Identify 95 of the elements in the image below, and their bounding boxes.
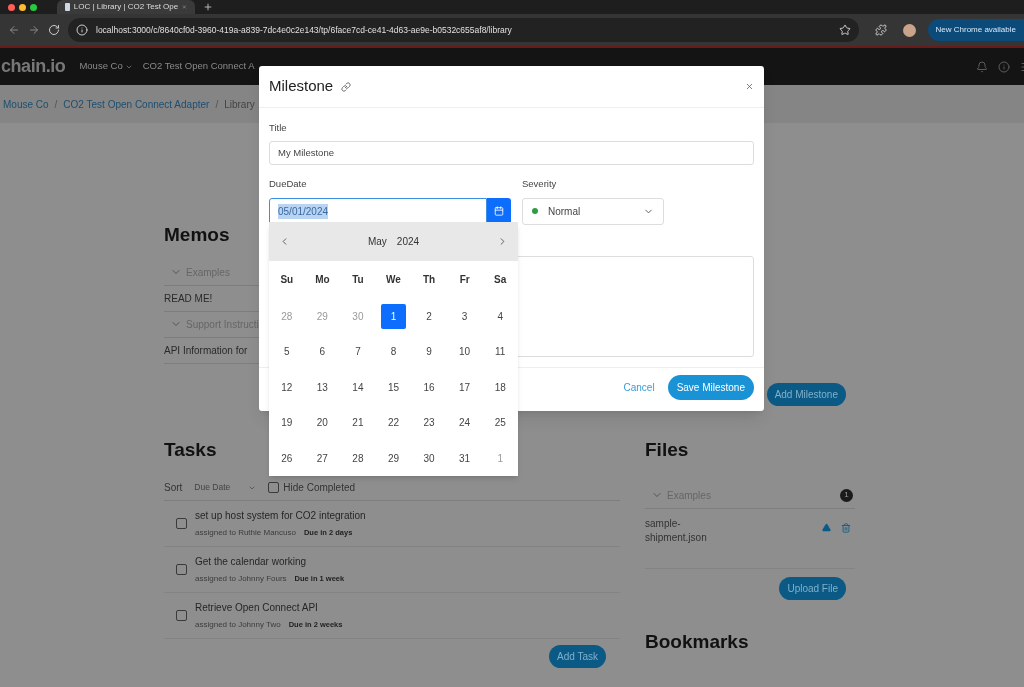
nav-menu[interactable]: CO2 Test Open Connect A bbox=[142, 59, 255, 74]
weekday-label: Mo bbox=[314, 273, 331, 288]
calendar-day[interactable]: 3 bbox=[452, 303, 478, 329]
weekday-label: Sa bbox=[493, 273, 508, 288]
calendar-day[interactable]: 6 bbox=[309, 339, 335, 365]
field-label: DueDate bbox=[269, 177, 308, 192]
checkbox[interactable] bbox=[176, 518, 187, 529]
profile-avatar[interactable] bbox=[902, 23, 916, 37]
count-badge: 1 bbox=[840, 488, 853, 502]
calendar-day[interactable]: 1 bbox=[381, 303, 406, 329]
calendar-day[interactable]: 30 bbox=[416, 445, 442, 471]
bookmark-star-icon[interactable] bbox=[838, 24, 851, 36]
update-button[interactable]: New Chrome available bbox=[927, 19, 1024, 41]
section-heading: Tasks bbox=[164, 437, 217, 462]
calendar-day[interactable]: 27 bbox=[309, 445, 335, 471]
task-title[interactable]: set up host system for CO2 integration bbox=[195, 508, 366, 523]
weekday-label: Th bbox=[421, 273, 437, 288]
calendar-day[interactable]: 5 bbox=[274, 339, 300, 365]
month-label[interactable]: May bbox=[367, 234, 387, 250]
task-assignee: assigned to Johnny Two bbox=[195, 619, 281, 631]
reload-icon[interactable] bbox=[48, 24, 60, 36]
calendar-day[interactable]: 21 bbox=[345, 410, 371, 436]
help-icon[interactable] bbox=[998, 60, 1010, 73]
checkbox-label: Hide Completed bbox=[283, 481, 356, 495]
selected-text: 05/01/2024 bbox=[278, 203, 329, 219]
weekday-label: Fr bbox=[458, 273, 471, 288]
field-label: Title bbox=[269, 121, 288, 135]
calendar-day[interactable]: 22 bbox=[381, 410, 406, 436]
calendar-button[interactable] bbox=[487, 197, 511, 225]
close-icon[interactable] bbox=[182, 3, 187, 11]
breadcrumb-separator: / bbox=[215, 97, 219, 112]
triangle-icon[interactable] bbox=[822, 523, 831, 532]
calendar-day[interactable]: 11 bbox=[487, 339, 513, 365]
calendar-day[interactable]: 14 bbox=[345, 374, 371, 400]
calendar-day[interactable]: 9 bbox=[416, 339, 442, 365]
memo-item[interactable]: API Information for bbox=[164, 342, 248, 358]
checkbox[interactable] bbox=[268, 482, 280, 493]
calendar-day[interactable]: 17 bbox=[452, 374, 478, 400]
close-icon[interactable] bbox=[745, 82, 754, 91]
calendar-icon bbox=[494, 206, 504, 216]
calendar-day[interactable]: 4 bbox=[487, 303, 513, 329]
weekday-label: We bbox=[385, 273, 402, 288]
browser-tab[interactable]: LOC | Library | CO2 Test Ope bbox=[57, 0, 195, 14]
breadcrumb-separator: / bbox=[54, 97, 58, 112]
delete-icon[interactable] bbox=[841, 522, 851, 533]
back-icon[interactable] bbox=[8, 24, 20, 36]
task-assignee: assigned to Ruthie Mancuso bbox=[195, 527, 296, 539]
calendar-day[interactable]: 29 bbox=[381, 445, 406, 471]
calendar-day[interactable]: 28 bbox=[345, 445, 371, 471]
task-title[interactable]: Retrieve Open Connect API bbox=[195, 600, 343, 615]
calendar-day[interactable]: 16 bbox=[416, 374, 442, 400]
weekday-label: Su bbox=[279, 273, 295, 288]
link-icon[interactable] bbox=[341, 81, 352, 92]
file-name[interactable]: sample-shipment.json bbox=[645, 516, 720, 545]
bell-icon[interactable] bbox=[976, 60, 988, 73]
section-heading: Bookmarks bbox=[645, 629, 750, 654]
calendar-day[interactable]: 10 bbox=[452, 339, 478, 365]
nav-menu[interactable]: Mouse Co bbox=[79, 59, 133, 74]
calendar-day[interactable]: 12 bbox=[274, 374, 300, 400]
tab-favicon-icon bbox=[65, 3, 70, 11]
calendar-day[interactable]: 25 bbox=[487, 410, 513, 436]
weekday-label: Tu bbox=[351, 273, 365, 288]
checkbox[interactable] bbox=[176, 564, 187, 575]
calendar-day[interactable]: 24 bbox=[452, 410, 478, 436]
calendar-day[interactable]: 7 bbox=[345, 339, 371, 365]
title-input[interactable]: My Milestone bbox=[269, 141, 754, 166]
task-title[interactable]: Get the calendar working bbox=[195, 554, 345, 569]
calendar-day[interactable]: 13 bbox=[309, 374, 335, 400]
sort-label: Sort bbox=[164, 481, 183, 495]
logo[interactable]: chain.io bbox=[1, 53, 66, 80]
calendar-day[interactable]: 19 bbox=[274, 410, 300, 436]
checkbox[interactable] bbox=[176, 610, 187, 621]
calendar-day[interactable]: 15 bbox=[381, 374, 406, 400]
calendar-day[interactable]: 26 bbox=[274, 445, 300, 471]
memo-item[interactable]: READ ME! bbox=[164, 290, 213, 306]
address-bar[interactable]: localhost:3000/c/8640cf0d-3960-419a-a839-7dc4e0c2e143/tp/6face7cd-ce41-4d63-ae9e-b0532c655af8/library bbox=[68, 18, 859, 42]
field-label: Severity bbox=[522, 177, 558, 192]
info-icon[interactable] bbox=[76, 24, 88, 36]
calendar-day[interactable]: 23 bbox=[416, 410, 442, 436]
task-assignee: assigned to Johnny Fours bbox=[195, 573, 287, 585]
section-heading: Files bbox=[645, 438, 690, 462]
calendar-day[interactable]: 20 bbox=[309, 410, 335, 436]
year-label[interactable]: 2024 bbox=[396, 234, 420, 250]
calendar-day[interactable]: 31 bbox=[452, 445, 478, 471]
calendar-day[interactable]: 18 bbox=[487, 374, 513, 400]
severity-select[interactable]: Normal bbox=[522, 197, 664, 225]
dialog-title: Milestone bbox=[269, 76, 334, 97]
section-heading: Memos bbox=[164, 223, 230, 247]
tab-title: LOC | Library | CO2 Test Ope bbox=[73, 1, 179, 13]
calendar-day[interactable]: 8 bbox=[381, 339, 406, 365]
forward-icon[interactable] bbox=[28, 24, 40, 36]
calendar-day[interactable]: 2 bbox=[416, 303, 442, 329]
extensions-icon[interactable] bbox=[874, 24, 887, 36]
new-tab-icon[interactable] bbox=[203, 2, 213, 12]
url-text: localhost:3000/c/8640cf0d-3960-419a-a839-7dc4e0c2e143/tp/6face7cd-ce41-4d63-ae9e-b0532c655af8/library bbox=[96, 23, 513, 37]
